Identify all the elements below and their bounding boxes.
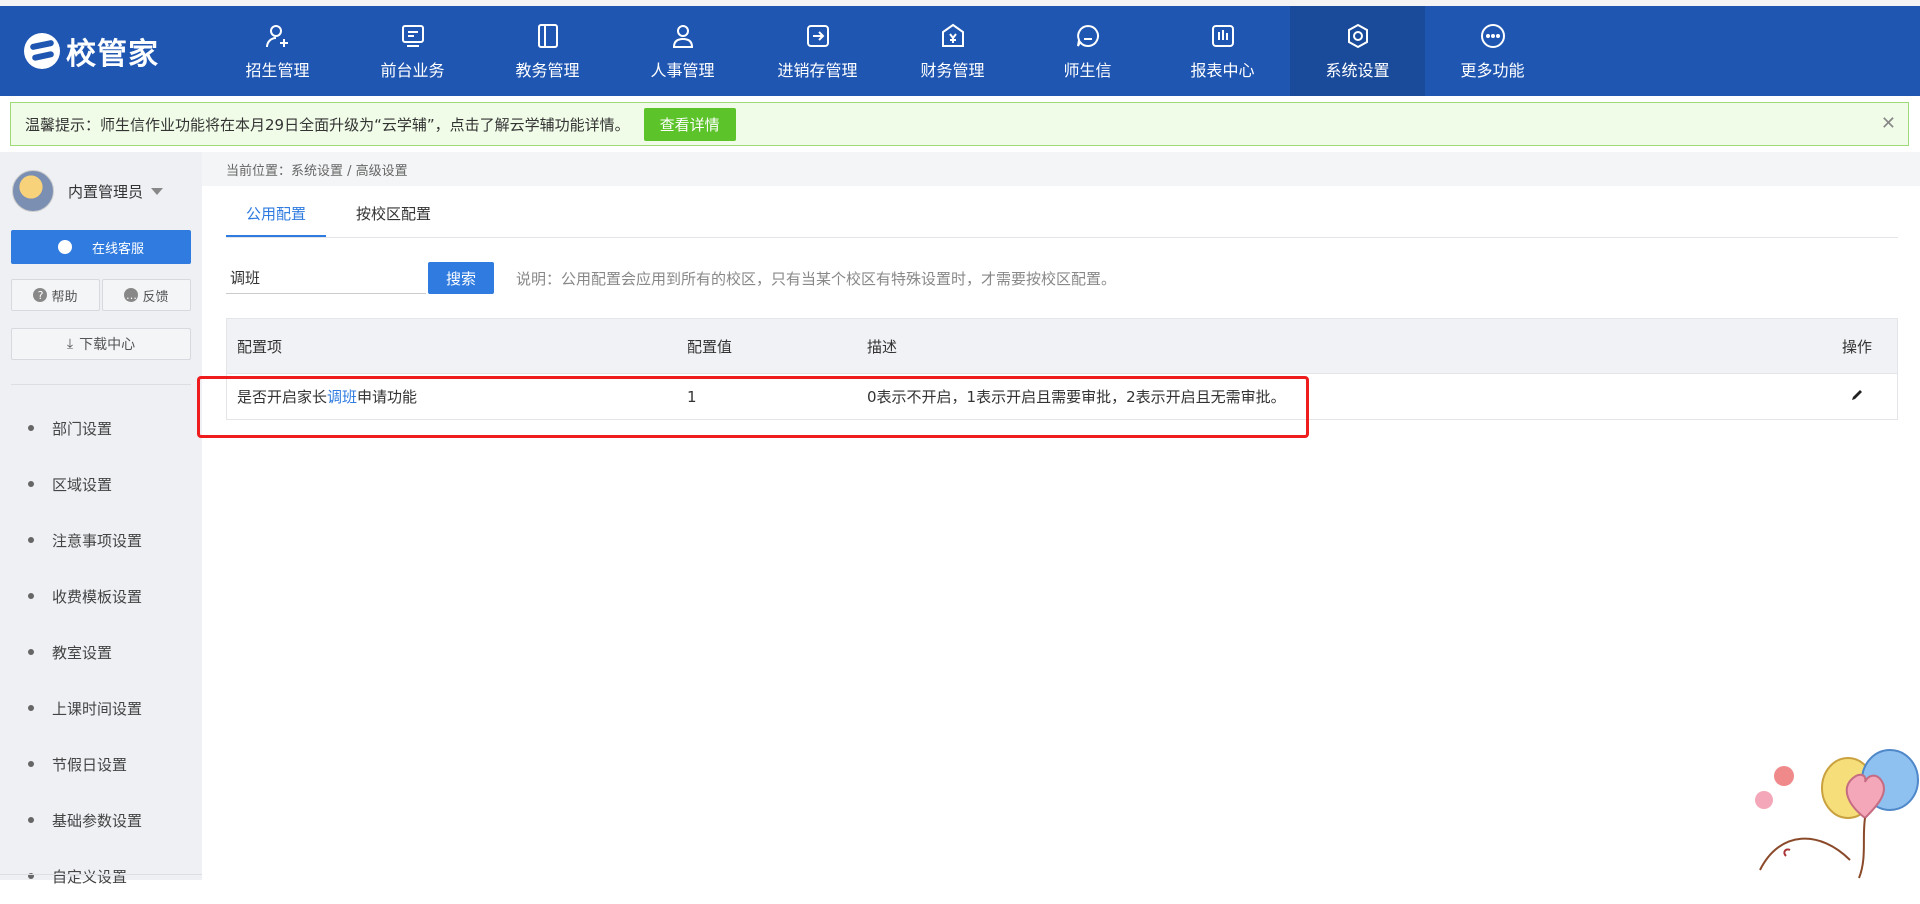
user-menu[interactable]: 内置管理员 — [12, 170, 164, 212]
download-icon: ⤓ — [66, 336, 74, 352]
close-icon[interactable]: ✕ — [1881, 113, 1896, 134]
balloon-decoration — [1755, 749, 1919, 879]
chat-icon — [1073, 21, 1103, 51]
table-row: 是否开启家长调班申请功能 1 0表示不开启，1表示开启且需要审批，2表示开启且无… — [227, 373, 1897, 419]
nav-label: 人事管理 — [650, 61, 715, 80]
nav-label: 教务管理 — [515, 61, 580, 80]
sidebar-bottom-divider — [0, 874, 202, 875]
sidebar-item-notes[interactable]: 注意事项设置 — [28, 512, 142, 568]
nav-label: 更多功能 — [1460, 61, 1525, 80]
book-icon — [533, 21, 563, 51]
feedback-button[interactable]: … 反馈 — [102, 279, 191, 311]
item-highlight: 调班 — [327, 388, 358, 406]
user-plus-icon — [263, 21, 293, 51]
sidebar-divider — [11, 384, 191, 385]
tab-public-config[interactable]: 公用配置 — [226, 192, 327, 237]
sidebar-item-basic-params[interactable]: 基础参数设置 — [28, 792, 142, 848]
settings-menu: 部门设置 区域设置 注意事项设置 收费模板设置 教室设置 上课时间设置 节假日设… — [28, 400, 142, 904]
nav-label: 财务管理 — [920, 61, 985, 80]
help-button[interactable]: ? 帮助 — [11, 279, 100, 311]
config-tip: 说明：公用配置会应用到所有的校区，只有当某个校区有特殊设置时，才需要按校区配置。 — [516, 269, 1117, 288]
nav-finance[interactable]: 财务管理 — [885, 6, 1020, 96]
sidebar-item-holidays[interactable]: 节假日设置 — [28, 736, 142, 792]
sidebar-item-regions[interactable]: 区域设置 — [28, 456, 142, 512]
brand-name: 校管家 — [66, 37, 159, 72]
feedback-label: 反馈 — [142, 289, 169, 305]
item-prefix: 是否开启家长 — [237, 388, 328, 406]
main-nav: 招生管理 前台业务 教务管理 人事管理 进销存管理 财务管理 师生信 报表中心 — [210, 6, 1560, 96]
notice-text: 温馨提示：师生信作业功能将在本月29日全面升级为“云学辅”，点击了解云学辅功能详… — [25, 115, 630, 134]
sidebar: 内置管理员 在线客服 ? 帮助 … 反馈 ⤓ 下载中心 部门设置 区域设置 注意… — [0, 152, 202, 886]
sidebar-item-fee-templates[interactable]: 收费模板设置 — [28, 568, 142, 624]
chevron-down-icon — [151, 187, 164, 195]
nav-academic[interactable]: 教务管理 — [480, 6, 615, 96]
sidebar-item-custom[interactable]: 自定义设置 — [28, 848, 142, 904]
item-suffix: 申请功能 — [357, 388, 418, 406]
sidebar-item-class-times[interactable]: 上课时间设置 — [28, 680, 142, 736]
report-icon — [1208, 21, 1238, 51]
help-feedback-row: ? 帮助 … 反馈 — [11, 279, 191, 311]
cell-item: 是否开启家长调班申请功能 — [227, 386, 677, 407]
sidebar-item-classrooms[interactable]: 教室设置 — [28, 624, 142, 680]
cell-value: 1 — [687, 387, 697, 406]
nav-front-desk[interactable]: 前台业务 — [345, 6, 480, 96]
header-action: 操作 — [1841, 337, 1872, 356]
tab-campus-config[interactable]: 按校区配置 — [336, 192, 451, 237]
nav-label: 系统设置 — [1325, 61, 1390, 80]
person-icon — [668, 21, 698, 51]
nav-more[interactable]: 更多功能 — [1425, 6, 1560, 96]
nav-label: 招生管理 — [245, 61, 310, 80]
desk-icon — [398, 21, 428, 51]
nav-recruit[interactable]: 招生管理 — [210, 6, 345, 96]
nav-messenger[interactable]: 师生信 — [1020, 6, 1155, 96]
nav-label: 进销存管理 — [777, 61, 858, 80]
view-details-button[interactable]: 查看详情 — [643, 107, 736, 141]
sidebar-item-departments[interactable]: 部门设置 — [28, 400, 142, 456]
search-bar: 搜索 说明：公用配置会应用到所有的校区，只有当某个校区有特殊设置时，才需要按校区… — [226, 262, 1116, 294]
service-label: 在线客服 — [91, 241, 144, 257]
download-center-button[interactable]: ⤓ 下载中心 — [11, 328, 191, 360]
more-icon — [1478, 21, 1508, 51]
cell-desc: 0表示不开启，1表示开启且需要审批，2表示开启且无需审批。 — [867, 388, 1286, 406]
pencil-icon — [1852, 389, 1862, 400]
download-label: 下载中心 — [79, 337, 136, 353]
nav-settings[interactable]: 系统设置 — [1290, 6, 1425, 96]
breadcrumb: 当前位置：系统设置 / 高级设置 — [202, 152, 1920, 186]
nav-label: 师生信 — [1063, 61, 1112, 80]
avatar — [12, 170, 54, 212]
config-table: 配置项 配置值 描述 操作 是否开启家长调班申请功能 1 0表示不开启，1表示开… — [226, 318, 1898, 420]
logo-icon — [24, 33, 60, 69]
finance-icon — [938, 21, 968, 51]
header-value: 配置值 — [687, 337, 733, 356]
edit-button[interactable] — [1817, 388, 1897, 406]
feedback-icon: … — [124, 288, 139, 302]
search-button[interactable]: 搜索 — [428, 262, 494, 294]
nav-inventory[interactable]: 进销存管理 — [750, 6, 885, 96]
header-desc: 描述 — [867, 337, 898, 356]
top-navbar: 校管家 招生管理 前台业务 教务管理 人事管理 进销存管理 财务管理 师生信 报… — [0, 0, 1920, 96]
online-service-button[interactable]: 在线客服 — [11, 230, 191, 264]
nav-reports[interactable]: 报表中心 — [1155, 6, 1290, 96]
breadcrumb-text: 当前位置：系统设置 / 高级设置 — [226, 163, 408, 179]
search-input[interactable] — [226, 262, 426, 294]
help-label: 帮助 — [51, 289, 78, 305]
notice-banner: 温馨提示：师生信作业功能将在本月29日全面升级为“云学辅”，点击了解云学辅功能详… — [10, 102, 1909, 146]
help-icon: ? — [33, 288, 48, 302]
headset-icon — [57, 240, 72, 254]
settings-icon — [1343, 21, 1373, 51]
table-header: 配置项 配置值 描述 操作 — [227, 319, 1897, 373]
header-item: 配置项 — [237, 337, 283, 356]
brand-logo[interactable]: 校管家 — [0, 6, 210, 96]
nav-hr[interactable]: 人事管理 — [615, 6, 750, 96]
config-tabs: 公用配置 按校区配置 — [226, 192, 1898, 238]
inventory-icon — [803, 21, 833, 51]
user-name: 内置管理员 — [68, 182, 144, 201]
nav-label: 前台业务 — [380, 61, 445, 80]
nav-label: 报表中心 — [1190, 61, 1255, 80]
